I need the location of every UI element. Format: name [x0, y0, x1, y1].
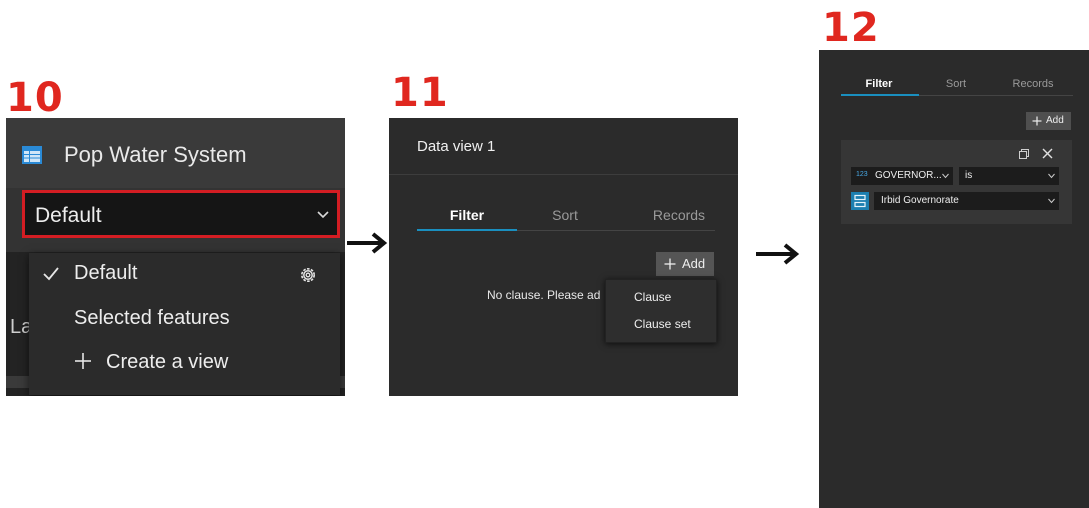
panel-data-view: Data view 1 Filter Sort Records Add No c…	[389, 118, 738, 396]
operator-select[interactable]: is	[959, 167, 1059, 185]
add-button-label: Add	[682, 256, 706, 271]
view-dropdown-value: Default	[35, 204, 102, 227]
value-select[interactable]: Irbid Governorate	[874, 192, 1059, 210]
step-number-12: 12	[822, 5, 880, 51]
arrow-right-icon	[756, 243, 800, 265]
gear-icon[interactable]	[298, 265, 318, 285]
operator-select-value: is	[965, 170, 973, 181]
menu-item-label: Default	[74, 262, 138, 284]
panel-filter-clause: Filter Sort Records Add 123 GOVERNOR... …	[819, 50, 1089, 508]
header-divider	[389, 174, 738, 175]
numeric-field-badge: 123	[856, 171, 868, 178]
arrow-right-icon	[347, 232, 388, 254]
plus-icon	[664, 258, 676, 270]
chevron-down-icon	[1048, 198, 1055, 204]
layer-title: Pop Water System	[64, 142, 247, 167]
check-icon	[43, 267, 59, 281]
add-button[interactable]: Add	[656, 252, 714, 276]
chevron-down-icon	[942, 173, 949, 179]
field-select-value: GOVERNOR...	[875, 170, 942, 181]
table-icon	[22, 146, 42, 164]
menu-item-label: Create a view	[106, 351, 229, 373]
tab-sort[interactable]: Sort	[918, 78, 994, 90]
tab-records[interactable]: Records	[629, 207, 729, 223]
data-view-title: Data view 1	[417, 138, 496, 155]
menu-item-clause[interactable]: Clause	[634, 290, 671, 304]
field-select[interactable]: 123 GOVERNOR...	[851, 167, 953, 185]
add-options-menu: Clause Clause set	[605, 279, 717, 343]
plus-icon	[1032, 116, 1042, 126]
chevron-down-icon	[1048, 173, 1055, 179]
tab-sort[interactable]: Sort	[515, 207, 615, 223]
step-number-11: 11	[391, 70, 449, 116]
view-dropdown-menu: Default Selected features Create a view	[29, 253, 340, 395]
menu-item-selected-features[interactable]: Selected features	[29, 298, 340, 340]
menu-item-default[interactable]: Default	[29, 253, 340, 295]
value-select-value: Irbid Governorate	[881, 195, 959, 206]
chevron-down-icon	[317, 211, 329, 219]
menu-item-label: Selected features	[74, 307, 230, 329]
view-dropdown[interactable]: Default	[22, 190, 340, 238]
copy-icon[interactable]	[1019, 149, 1029, 159]
add-button[interactable]: Add	[1026, 112, 1071, 130]
unique-values-icon[interactable]	[851, 192, 869, 210]
layer-header: Pop Water System	[6, 118, 345, 188]
empty-clause-message: No clause. Please ad	[487, 288, 601, 302]
menu-item-create-view[interactable]: Create a view	[29, 342, 340, 384]
menu-item-clause-set[interactable]: Clause set	[634, 317, 691, 331]
close-icon[interactable]	[1042, 148, 1053, 159]
tab-active-indicator	[841, 94, 919, 96]
tab-filter[interactable]: Filter	[841, 78, 917, 90]
clause-card: 123 GOVERNOR... is Irbid Governorate	[841, 140, 1072, 224]
tab-records[interactable]: Records	[995, 78, 1071, 90]
panel-layer-view-selector: Pop Water System La Default Default Sele…	[6, 118, 345, 396]
tab-active-indicator	[417, 229, 517, 231]
tab-filter[interactable]: Filter	[417, 207, 517, 223]
step-number-10: 10	[6, 75, 64, 121]
add-button-label: Add	[1046, 115, 1064, 126]
plus-icon	[75, 353, 91, 369]
